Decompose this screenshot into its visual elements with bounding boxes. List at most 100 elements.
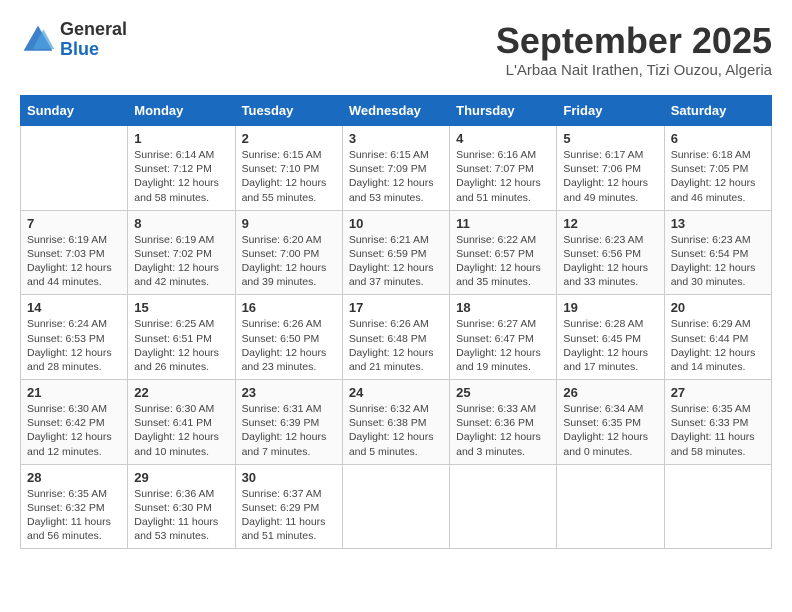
day-number: 5	[563, 131, 657, 146]
logo-general: General	[60, 20, 127, 40]
page-header: General Blue September 2025 L'Arbaa Nait…	[20, 20, 772, 79]
title-block: September 2025 L'Arbaa Nait Irathen, Tiz…	[496, 20, 772, 79]
day-number: 22	[134, 385, 228, 400]
day-number: 12	[563, 216, 657, 231]
calendar-cell: 20Sunrise: 6:29 AMSunset: 6:44 PMDayligh…	[664, 295, 771, 380]
day-number: 30	[242, 470, 336, 485]
calendar-cell: 5 Sunrise: 6:17 AMSunset: 7:06 PMDaylight…	[557, 126, 664, 211]
calendar-cell: 17 Sunrise: 6:26 AMSunset: 6:48 PMDayligh…	[342, 295, 449, 380]
day-info: Sunrise: 6:16 AMSunset: 7:07 PMDaylight:…	[456, 148, 550, 205]
day-number: 15	[134, 300, 228, 315]
month-title: September 2025	[496, 20, 772, 62]
day-number: 1	[134, 131, 228, 146]
calendar-cell: 27Sunrise: 6:35 AMSunset: 6:33 PMDayligh…	[664, 380, 771, 465]
day-number: 28	[27, 470, 121, 485]
calendar-cell: 21Sunrise: 6:30 AMSunset: 6:42 PMDayligh…	[21, 380, 128, 465]
day-info: Sunrise: 6:26 AMSunset: 6:48 PMDaylight:…	[349, 317, 443, 374]
calendar-cell: 24 Sunrise: 6:32 AMSunset: 6:38 PMDayligh…	[342, 380, 449, 465]
calendar-cell: 6 Sunrise: 6:18 AMSunset: 7:05 PMDaylight…	[664, 126, 771, 211]
calendar-cell: 25 Sunrise: 6:33 AMSunset: 6:36 PMDayligh…	[450, 380, 557, 465]
day-number: 19	[563, 300, 657, 315]
logo-icon	[20, 22, 56, 58]
calendar-cell: 30 Sunrise: 6:37 AMSunset: 6:29 PMDayligh…	[235, 464, 342, 549]
calendar-week-3: 14 Sunrise: 6:24 AMSunset: 6:53 PMDayligh…	[21, 295, 772, 380]
calendar-cell	[557, 464, 664, 549]
day-info: Sunrise: 6:29 AMSunset: 6:44 PMDaylight:…	[671, 317, 765, 374]
day-number: 14	[27, 300, 121, 315]
day-info: Sunrise: 6:32 AMSunset: 6:38 PMDaylight:…	[349, 402, 443, 459]
day-info: Sunrise: 6:15 AMSunset: 7:09 PMDaylight:…	[349, 148, 443, 205]
weekday-header-monday: Monday	[128, 96, 235, 126]
day-info: Sunrise: 6:23 AMSunset: 6:54 PMDaylight:…	[671, 233, 765, 290]
day-info: Sunrise: 6:20 AMSunset: 7:00 PMDaylight:…	[242, 233, 336, 290]
calendar-cell: 13 Sunrise: 6:23 AMSunset: 6:54 PMDayligh…	[664, 210, 771, 295]
calendar-cell: 19Sunrise: 6:28 AMSunset: 6:45 PMDayligh…	[557, 295, 664, 380]
calendar-cell: 14 Sunrise: 6:24 AMSunset: 6:53 PMDayligh…	[21, 295, 128, 380]
calendar-table: SundayMondayTuesdayWednesdayThursdayFrid…	[20, 95, 772, 549]
calendar-cell: 23 Sunrise: 6:31 AMSunset: 6:39 PMDayligh…	[235, 380, 342, 465]
weekday-header-saturday: Saturday	[664, 96, 771, 126]
day-number: 6	[671, 131, 765, 146]
day-info: Sunrise: 6:37 AMSunset: 6:29 PMDaylight:…	[242, 487, 336, 544]
day-info: Sunrise: 6:22 AMSunset: 6:57 PMDaylight:…	[456, 233, 550, 290]
calendar-cell: 18Sunrise: 6:27 AMSunset: 6:47 PMDayligh…	[450, 295, 557, 380]
calendar-header-row: SundayMondayTuesdayWednesdayThursdayFrid…	[21, 96, 772, 126]
calendar-cell: 3 Sunrise: 6:15 AMSunset: 7:09 PMDaylight…	[342, 126, 449, 211]
day-number: 27	[671, 385, 765, 400]
day-number: 3	[349, 131, 443, 146]
day-number: 2	[242, 131, 336, 146]
day-info: Sunrise: 6:19 AMSunset: 7:02 PMDaylight:…	[134, 233, 228, 290]
day-number: 13	[671, 216, 765, 231]
calendar-week-1: 1 Sunrise: 6:14 AMSunset: 7:12 PMDaylight…	[21, 126, 772, 211]
weekday-header-wednesday: Wednesday	[342, 96, 449, 126]
day-number: 23	[242, 385, 336, 400]
day-number: 7	[27, 216, 121, 231]
day-number: 26	[563, 385, 657, 400]
day-number: 24	[349, 385, 443, 400]
logo-text: General Blue	[60, 20, 127, 60]
calendar-cell: 15 Sunrise: 6:25 AMSunset: 6:51 PMDayligh…	[128, 295, 235, 380]
calendar-cell: 10 Sunrise: 6:21 AMSunset: 6:59 PMDayligh…	[342, 210, 449, 295]
location-title: L'Arbaa Nait Irathen, Tizi Ouzou, Algeri…	[496, 62, 772, 79]
day-info: Sunrise: 6:18 AMSunset: 7:05 PMDaylight:…	[671, 148, 765, 205]
calendar-cell: 16Sunrise: 6:26 AMSunset: 6:50 PMDayligh…	[235, 295, 342, 380]
day-info: Sunrise: 6:31 AMSunset: 6:39 PMDaylight:…	[242, 402, 336, 459]
day-info: Sunrise: 6:21 AMSunset: 6:59 PMDaylight:…	[349, 233, 443, 290]
day-number: 17	[349, 300, 443, 315]
day-info: Sunrise: 6:23 AMSunset: 6:56 PMDaylight:…	[563, 233, 657, 290]
day-info: Sunrise: 6:34 AMSunset: 6:35 PMDaylight:…	[563, 402, 657, 459]
day-info: Sunrise: 6:15 AMSunset: 7:10 PMDaylight:…	[242, 148, 336, 205]
weekday-header-tuesday: Tuesday	[235, 96, 342, 126]
calendar-week-4: 21Sunrise: 6:30 AMSunset: 6:42 PMDayligh…	[21, 380, 772, 465]
day-info: Sunrise: 6:30 AMSunset: 6:41 PMDaylight:…	[134, 402, 228, 459]
day-number: 10	[349, 216, 443, 231]
calendar-week-2: 7 Sunrise: 6:19 AMSunset: 7:03 PMDaylight…	[21, 210, 772, 295]
logo: General Blue	[20, 20, 127, 60]
calendar-cell: 7 Sunrise: 6:19 AMSunset: 7:03 PMDaylight…	[21, 210, 128, 295]
weekday-header-friday: Friday	[557, 96, 664, 126]
calendar-cell: 22 Sunrise: 6:30 AMSunset: 6:41 PMDayligh…	[128, 380, 235, 465]
day-number: 18	[456, 300, 550, 315]
day-info: Sunrise: 6:35 AMSunset: 6:32 PMDaylight:…	[27, 487, 121, 544]
day-number: 11	[456, 216, 550, 231]
calendar-cell: 2 Sunrise: 6:15 AMSunset: 7:10 PMDaylight…	[235, 126, 342, 211]
day-info: Sunrise: 6:25 AMSunset: 6:51 PMDaylight:…	[134, 317, 228, 374]
day-info: Sunrise: 6:14 AMSunset: 7:12 PMDaylight:…	[134, 148, 228, 205]
day-info: Sunrise: 6:33 AMSunset: 6:36 PMDaylight:…	[456, 402, 550, 459]
calendar-cell: 4 Sunrise: 6:16 AMSunset: 7:07 PMDaylight…	[450, 126, 557, 211]
calendar-cell: 12 Sunrise: 6:23 AMSunset: 6:56 PMDayligh…	[557, 210, 664, 295]
day-info: Sunrise: 6:36 AMSunset: 6:30 PMDaylight:…	[134, 487, 228, 544]
day-info: Sunrise: 6:17 AMSunset: 7:06 PMDaylight:…	[563, 148, 657, 205]
calendar-cell	[342, 464, 449, 549]
calendar-week-5: 28 Sunrise: 6:35 AMSunset: 6:32 PMDayligh…	[21, 464, 772, 549]
day-number: 25	[456, 385, 550, 400]
weekday-header-sunday: Sunday	[21, 96, 128, 126]
calendar-cell: 26 Sunrise: 6:34 AMSunset: 6:35 PMDayligh…	[557, 380, 664, 465]
day-info: Sunrise: 6:19 AMSunset: 7:03 PMDaylight:…	[27, 233, 121, 290]
calendar-cell: 29Sunrise: 6:36 AMSunset: 6:30 PMDayligh…	[128, 464, 235, 549]
calendar-cell	[664, 464, 771, 549]
day-number: 4	[456, 131, 550, 146]
day-info: Sunrise: 6:24 AMSunset: 6:53 PMDaylight:…	[27, 317, 121, 374]
calendar-cell: 1 Sunrise: 6:14 AMSunset: 7:12 PMDaylight…	[128, 126, 235, 211]
day-number: 9	[242, 216, 336, 231]
